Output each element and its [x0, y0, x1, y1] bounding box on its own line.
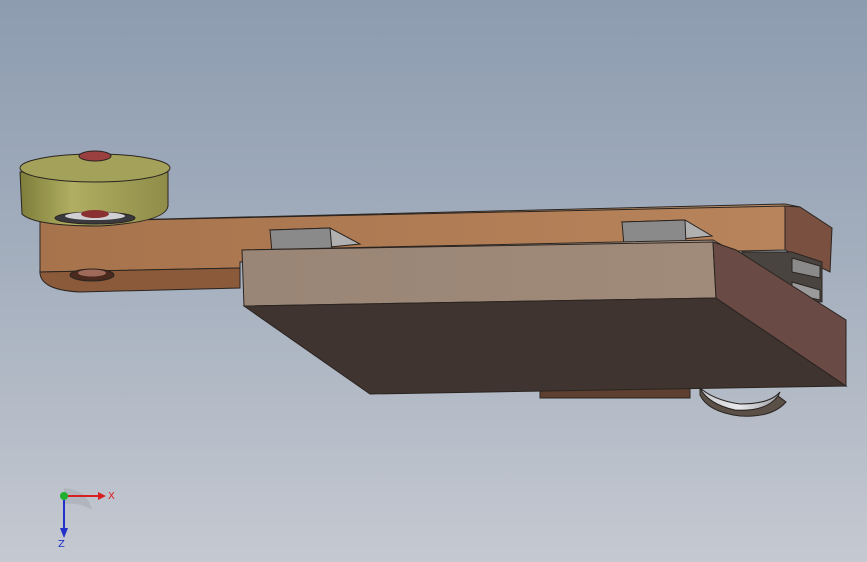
x-axis-arrowhead — [98, 492, 106, 500]
triad-plane-shade — [64, 488, 92, 510]
housing-block — [241, 239, 848, 395]
y-axis-dot — [60, 492, 68, 500]
coordinate-triad: X Z — [58, 488, 115, 550]
z-axis-arrowhead — [60, 528, 68, 538]
roller-wheel — [19, 150, 171, 227]
z-axis-label: Z — [58, 539, 65, 550]
cad-viewport[interactable]: X Z — [0, 0, 867, 562]
3d-model-view[interactable] — [0, 0, 867, 562]
x-axis-label: X — [108, 491, 115, 502]
